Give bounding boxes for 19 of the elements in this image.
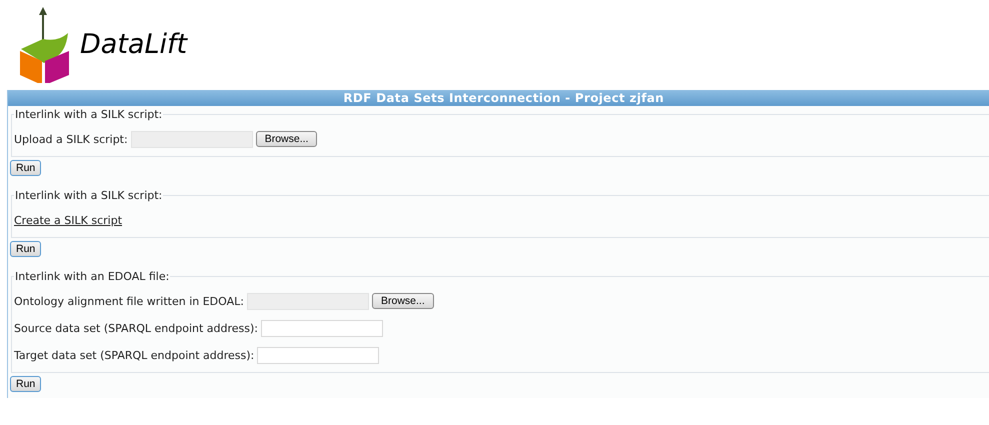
field-label: Target data set (SPARQL endpoint address): bbox=[14, 348, 254, 362]
run-button[interactable]: Run bbox=[10, 241, 42, 257]
text-input-field[interactable] bbox=[261, 320, 383, 336]
browse-button[interactable]: Browse... bbox=[372, 293, 434, 309]
create-script-link[interactable]: Create a SILK script bbox=[14, 214, 122, 226]
file-input-field[interactable] bbox=[246, 292, 369, 310]
fieldset-legend: Interlink with a SILK script: bbox=[14, 108, 164, 121]
logo-text: DataLift bbox=[80, 29, 188, 60]
run-button[interactable]: Run bbox=[10, 160, 42, 176]
field-label: Upload a SILK script: bbox=[14, 132, 128, 146]
fieldset-legend: Interlink with an EDOAL file: bbox=[14, 270, 170, 283]
fieldset-legend: Interlink with a SILK script: bbox=[14, 189, 164, 202]
run-button[interactable]: Run bbox=[10, 376, 42, 392]
field-label: Source data set (SPARQL endpoint address): bbox=[14, 322, 258, 334]
page-title: RDF Data Sets Interconnection - Project zjfan bbox=[343, 91, 664, 105]
file-input-field[interactable] bbox=[130, 130, 253, 148]
field-label: Ontology alignment file written in EDOAL: bbox=[14, 294, 244, 308]
browse-button[interactable]: Browse... bbox=[256, 131, 318, 147]
text-input-field[interactable] bbox=[257, 346, 380, 364]
